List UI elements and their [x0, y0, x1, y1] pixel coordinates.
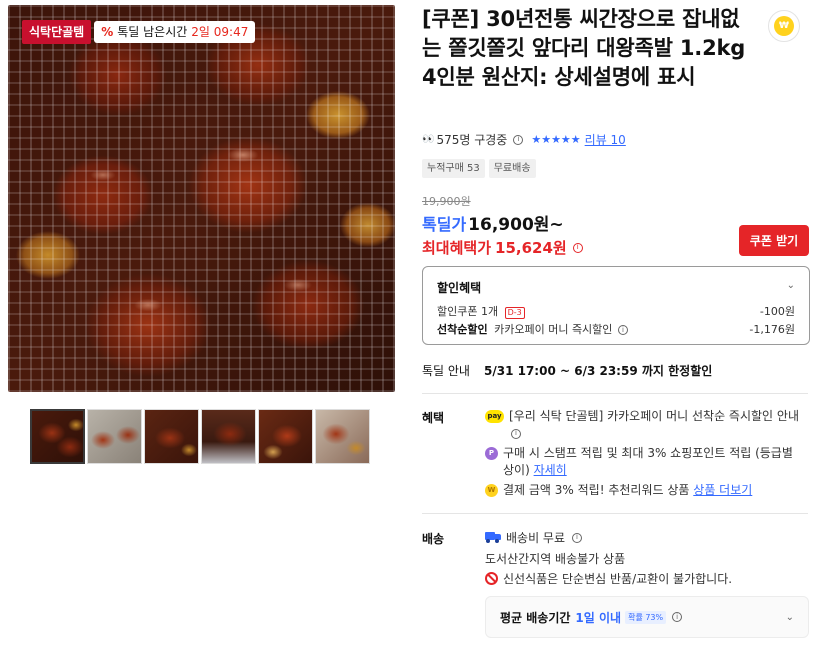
thumbnail-2[interactable] [87, 409, 142, 464]
deal-info-row: 톡딜 안내 5/31 17:00 ~ 6/3 23:59 까지 한정할인 [422, 362, 712, 379]
avg-delivery-info-icon[interactable]: i [672, 612, 683, 622]
get-coupon-button[interactable]: 쿠폰 받기 [739, 225, 809, 256]
benefit-kakaopay: pay [우리 식탁 단골템] 카카오페이 머니 선착순 즉시할인 안내 i [485, 408, 807, 442]
benefit-reward: W 결제 금액 3% 적립! 추천리워드 상품 상품 더보기 [485, 482, 807, 499]
first-come-info-icon[interactable]: i [617, 325, 628, 335]
max-benefit-price: 15,624원 [495, 239, 567, 257]
timer-label: 톡딜 남은시간 [117, 25, 188, 39]
discount-title: 할인혜택 [437, 281, 482, 295]
deal-price: 16,900원~ [468, 215, 564, 235]
chevron-down-icon[interactable]: ⌄ [787, 280, 795, 291]
product-title: [쿠폰] 30년전통 씨간장으로 잡내없는 쫄깃쫄깃 앞다리 대왕족발 1.2k… [422, 7, 746, 89]
deal-price-label: 톡딜가 [422, 215, 467, 234]
first-come-discount-line: 선착순할인 카카오페이 머니 즉시할인 i -1,176원 [437, 321, 795, 337]
thumbnail-1[interactable] [30, 409, 85, 464]
truck-icon [485, 532, 501, 543]
shipping-fee-row: 배송비 무료 i [485, 529, 583, 546]
shipping-restriction: 도서산간지역 배송불가 상품 [485, 552, 626, 566]
max-benefit-info-icon[interactable]: i [572, 242, 583, 253]
original-price: 19,900원 [422, 195, 471, 208]
max-benefit-row: 최대혜택가 15,624원 i [422, 237, 583, 258]
thumbnail-6[interactable] [315, 409, 370, 464]
shipping-label: 배송 [422, 532, 445, 546]
deal-timer-badge: % 톡딜 남은시간 2일 09:47 [94, 21, 256, 43]
details-link[interactable]: 자세히 [534, 463, 567, 477]
average-delivery-box[interactable]: 평균 배송기간 1일 이내 확률 73% i ⌄ [485, 596, 809, 638]
viewers-count: 575명 구경중 [436, 133, 508, 147]
coupon-discount-line: 할인쿠폰 1개 D-3 -100원 [437, 303, 795, 319]
benefit-kakaopay-text: [우리 식탁 단골템] 카카오페이 머니 선착순 즉시할인 안내 [509, 409, 799, 423]
product-tags: 누적구매 53 무료배송 [422, 159, 536, 178]
eyes-icon: 👀 [422, 134, 435, 145]
benefit-reward-text: 결제 금액 3% 적립! 추천리워드 상품 [503, 483, 690, 497]
shipping-restriction-row: 도서산간지역 배송불가 상품 [485, 550, 625, 567]
shipping-info-icon[interactable]: i [572, 532, 583, 543]
return-notice-row: 신선식품은 단순변심 반품/교환이 불가합니다. [485, 570, 732, 587]
coupon-discount-amount: -100원 [759, 305, 795, 318]
coin-logo-icon[interactable]: ₩ [768, 10, 800, 42]
thumbnail-strip [30, 409, 370, 464]
tag-free-shipping: 무료배송 [488, 159, 536, 178]
prohibited-icon [485, 572, 498, 585]
benefit-info-icon[interactable]: i [511, 428, 521, 439]
reward-coin-icon: W [485, 484, 498, 497]
thumbnail-3[interactable] [144, 409, 199, 464]
product-meta-row: 👀 575명 구경중 i ★★★★★ 리뷰 10 [422, 131, 626, 148]
thumbnail-5[interactable] [258, 409, 313, 464]
more-products-link[interactable]: 상품 더보기 [693, 483, 752, 497]
thumbnail-4[interactable] [201, 409, 256, 464]
shipping-fee: 배송비 무료 [506, 531, 566, 545]
chevron-down-icon[interactable]: ⌄ [786, 612, 794, 623]
main-product-image[interactable]: 식탁단골템 % 톡딜 남은시간 2일 09:47 [8, 5, 395, 392]
benefit-point: P 구매 시 스탬프 적립 및 최대 3% 쇼핑포인트 적립 (등급별 상이) … [485, 445, 807, 479]
avg-delivery-value: 1일 이내 [575, 610, 622, 625]
won-icon: ₩ [774, 16, 794, 36]
image-shine [8, 5, 395, 392]
category-badge: 식탁단골템 [22, 20, 92, 44]
percent-icon: % [101, 25, 114, 39]
point-icon: P [485, 447, 498, 460]
info-icon[interactable]: i [513, 134, 524, 145]
divider [422, 393, 808, 394]
deal-price-row: 톡딜가 16,900원~ [422, 210, 564, 235]
max-benefit-label: 최대혜택가 [422, 239, 492, 257]
kakaopay-icon: pay [485, 410, 504, 423]
image-badges: 식탁단골템 % 톡딜 남은시간 2일 09:47 [22, 20, 256, 44]
first-come-desc: 카카오페이 머니 즉시할인 [494, 323, 613, 336]
review-link[interactable]: 리뷰 10 [585, 131, 626, 148]
discount-benefits-box[interactable]: 할인혜택 ⌄ 할인쿠폰 1개 D-3 -100원 선착순할인 카카오페이 머니 … [422, 266, 810, 345]
divider [422, 513, 808, 514]
return-notice: 신선식품은 단순변심 반품/교환이 불가합니다. [503, 572, 733, 586]
timer-value: 2일 09:47 [191, 25, 249, 39]
rating-stars-icon: ★★★★★ [531, 133, 581, 146]
deal-info-label: 톡딜 안내 [422, 364, 470, 378]
avg-delivery-label: 평균 배송기간 [500, 610, 571, 625]
first-come-label: 선착순할인 [437, 323, 488, 336]
tag-cumulative-purchase: 누적구매 53 [422, 159, 485, 178]
coupon-discount-label: 할인쿠폰 1개 [437, 305, 499, 318]
coupon-deadline-badge: D-3 [504, 307, 525, 319]
first-come-amount: -1,176원 [749, 323, 795, 336]
benefits-label: 혜택 [422, 411, 445, 425]
deal-info-value: 5/31 17:00 ~ 6/3 23:59 까지 한정할인 [484, 364, 713, 378]
avg-delivery-probability: 확률 73% [625, 610, 667, 624]
